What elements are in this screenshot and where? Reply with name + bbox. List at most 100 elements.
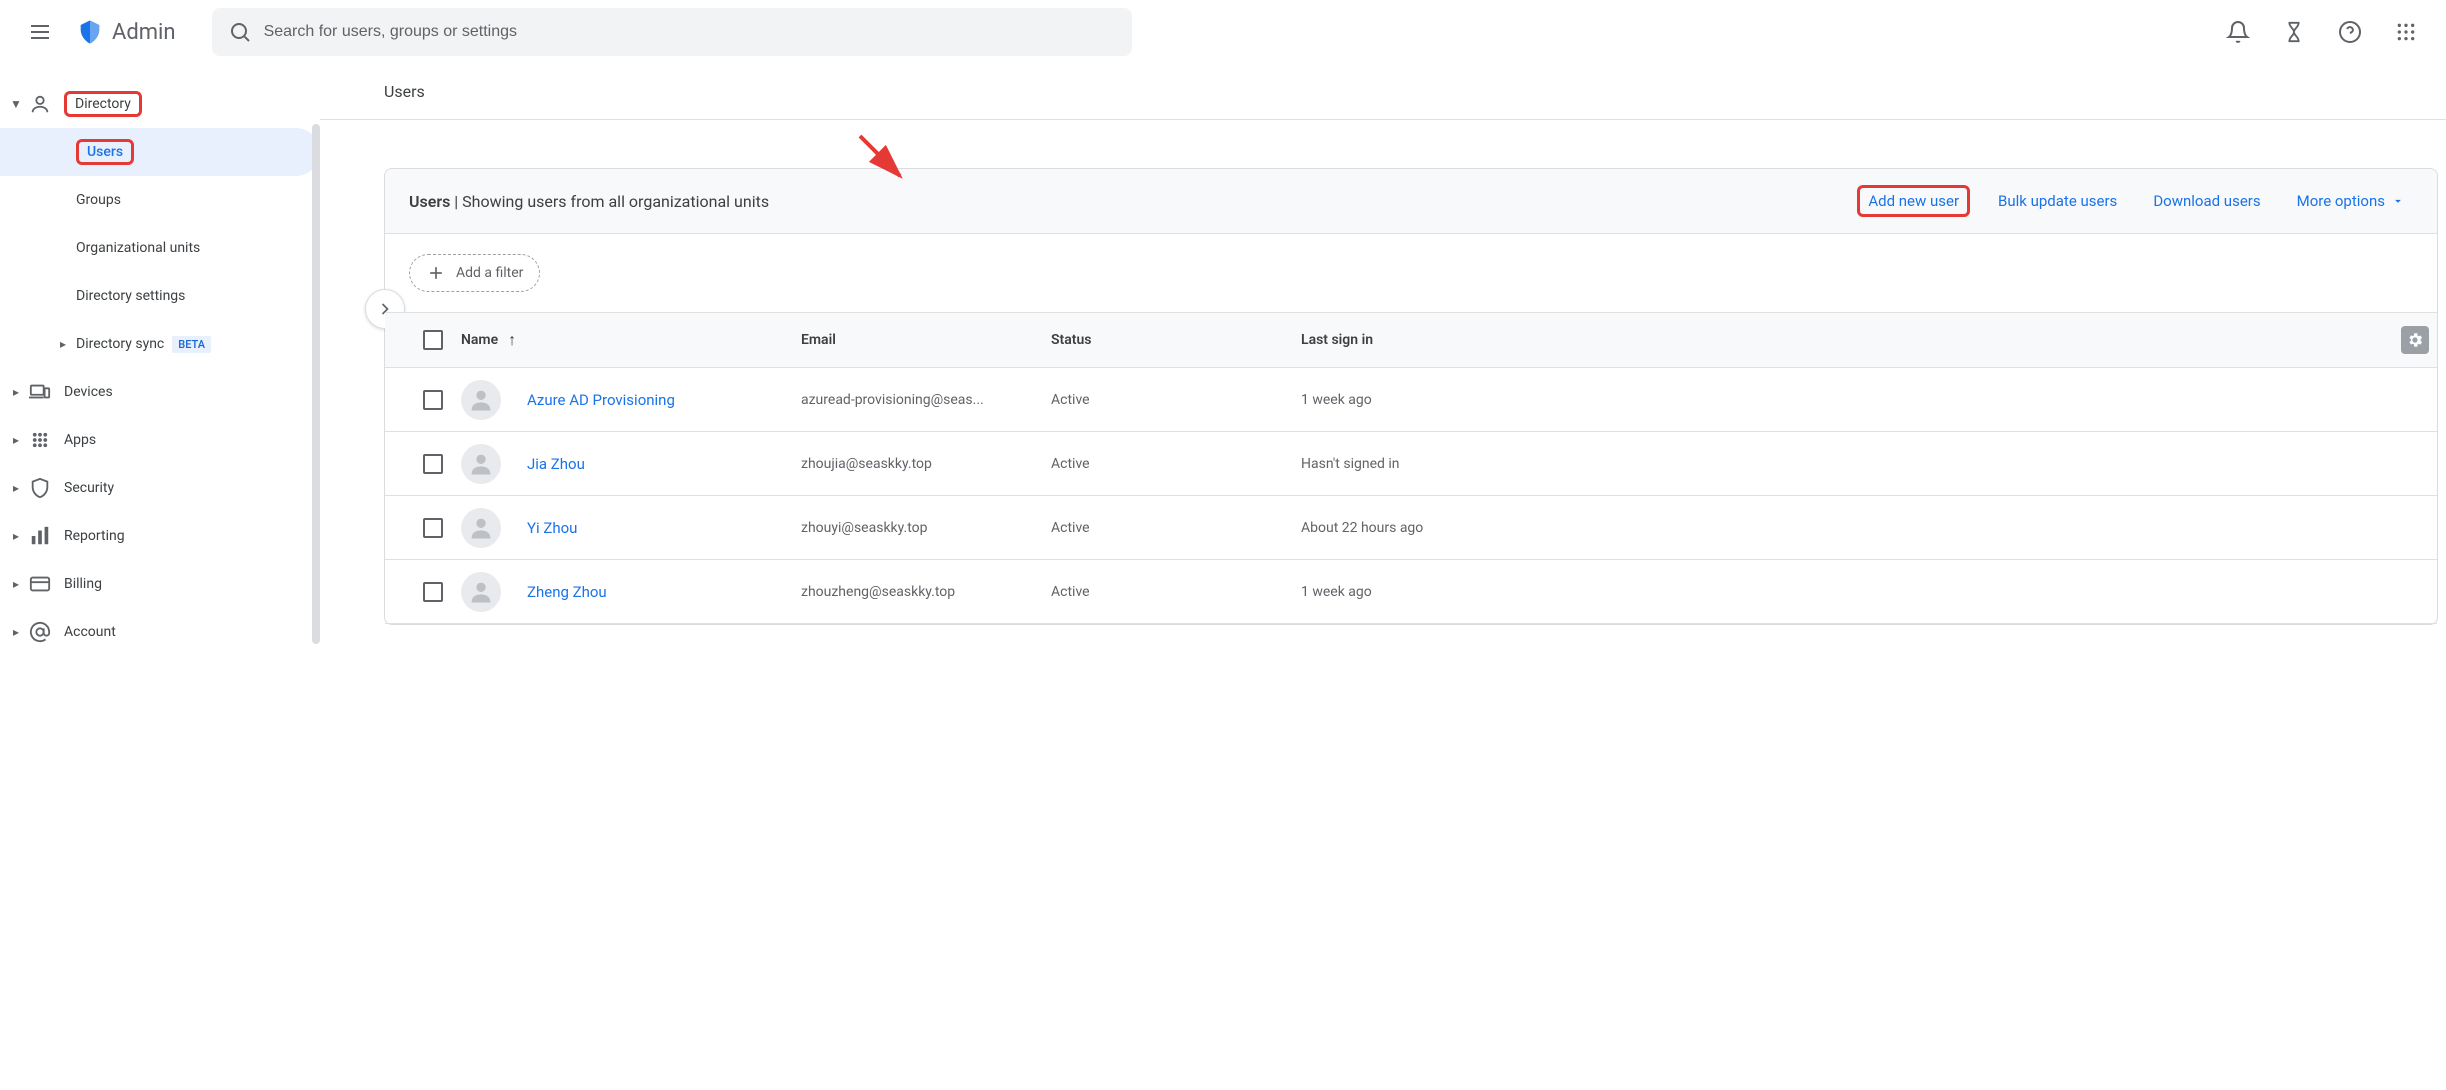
search-icon [228, 20, 252, 44]
table-row[interactable]: Zheng Zhouzhouzheng@seaskky.topActive1 w… [385, 560, 2437, 624]
user-name-link[interactable]: Azure AD Provisioning [527, 391, 675, 409]
column-header-email[interactable]: Email [801, 332, 1051, 348]
column-header-status[interactable]: Status [1051, 332, 1301, 348]
user-status: Active [1051, 456, 1301, 472]
sidebar-item-apps[interactable]: ▸ Apps [0, 416, 320, 464]
chevron-down-icon [2391, 194, 2405, 208]
admin-logo-icon [76, 18, 104, 46]
sidebar-item-label: Devices [64, 384, 113, 400]
search-bar[interactable] [212, 8, 1132, 56]
chevron-right-icon: ▸ [8, 433, 24, 447]
table-row[interactable]: Azure AD Provisioning azuread-provisionin… [385, 368, 2437, 432]
panel-title-bold: Users [409, 192, 450, 211]
person-icon [467, 514, 495, 542]
sidebar-item-label: Directory settings [76, 288, 185, 304]
hamburger-icon [28, 20, 52, 44]
user-name-link[interactable]: Jia Zhou [527, 455, 585, 473]
app-name: Admin [112, 20, 176, 45]
row-checkbox[interactable] [423, 518, 443, 538]
table-row[interactable]: Yi Zhou zhouyi@seaskky.topActiveAbout 22 … [385, 496, 2437, 560]
person-icon [28, 93, 52, 115]
chevron-right-icon: ▸ [52, 337, 76, 351]
sidebar-item-directory[interactable]: ▼ Directory [0, 80, 320, 128]
sidebar-item-directory-sync[interactable]: ▸ Directory sync BETA [0, 320, 320, 368]
sidebar-item-label: Directory sync [76, 336, 164, 352]
sidebar-item-users[interactable]: Users [0, 128, 320, 176]
column-label: Status [1051, 332, 1091, 348]
help-icon [2338, 20, 2362, 44]
sidebar-item-label: Billing [64, 576, 102, 592]
sidebar-item-organizational-units[interactable]: Organizational units [0, 224, 320, 272]
bulk-update-users-link[interactable]: Bulk update users [1990, 186, 2125, 216]
column-label: Name [461, 332, 498, 348]
user-last-sign-in: About 22 hours ago [1301, 520, 2429, 536]
avatar [461, 508, 501, 548]
panel-header: Users | Showing users from all organizat… [385, 169, 2437, 234]
chevron-down-icon: ▼ [8, 97, 24, 111]
user-last-sign-in: 1 week ago [1301, 392, 2429, 408]
chevron-right-icon: ▸ [8, 481, 24, 495]
avatar [461, 380, 501, 420]
apps-launcher-button[interactable] [2382, 8, 2430, 56]
table-settings-button[interactable] [2401, 326, 2429, 354]
table-row[interactable]: Jia Zhouzhoujia@seaskky.topActiveHasn't … [385, 432, 2437, 496]
avatar [461, 572, 501, 612]
user-email: zhouyi@seaskky.top [801, 520, 1051, 536]
apps-icon [28, 431, 52, 449]
user-email: azuread-provisioning@seas... [801, 392, 1051, 408]
person-icon [467, 386, 495, 414]
user-status: Active [1051, 392, 1301, 408]
sidebar-item-label: Reporting [64, 528, 125, 544]
breadcrumb: Users [320, 64, 2446, 120]
sidebar-item-devices[interactable]: ▸ Devices [0, 368, 320, 416]
user-name-link[interactable]: Zheng Zhou [527, 583, 607, 601]
select-all-checkbox[interactable] [423, 330, 443, 350]
sidebar-item-reporting[interactable]: ▸ Reporting [0, 512, 320, 560]
sidebar-item-account[interactable]: ▸ Account [0, 608, 320, 656]
row-checkbox[interactable] [423, 454, 443, 474]
beta-badge: BETA [172, 336, 211, 353]
tasks-button[interactable] [2270, 8, 2318, 56]
column-header-last-sign-in[interactable]: Last sign in [1301, 332, 2429, 348]
sort-ascending-icon: ↑ [508, 330, 516, 350]
user-name-link[interactable]: Yi Zhou [527, 519, 577, 537]
user-last-sign-in: Hasn't signed in [1301, 456, 2429, 472]
add-new-user-link[interactable]: Add new user [1857, 185, 1970, 217]
chevron-right-icon: ▸ [8, 385, 24, 399]
sidebar-item-directory-settings[interactable]: Directory settings [0, 272, 320, 320]
sidebar-item-security[interactable]: ▸ Security [0, 464, 320, 512]
add-filter-button[interactable]: Add a filter [409, 254, 540, 292]
at-sign-icon [28, 621, 52, 643]
filter-row: Add a filter [385, 234, 2437, 312]
sidebar-item-billing[interactable]: ▸ Billing [0, 560, 320, 608]
user-last-sign-in: 1 week ago [1301, 584, 2429, 600]
person-icon [467, 450, 495, 478]
sidebar-item-label: Apps [64, 432, 96, 448]
chevron-right-icon: ▸ [8, 577, 24, 591]
column-header-name[interactable]: Name ↑ [461, 330, 801, 350]
row-checkbox[interactable] [423, 390, 443, 410]
row-checkbox[interactable] [423, 582, 443, 602]
panel-title: Users | Showing users from all organizat… [409, 192, 769, 211]
sidebar-item-label: Directory [64, 91, 142, 117]
notifications-button[interactable] [2214, 8, 2262, 56]
menu-button[interactable] [16, 8, 64, 56]
breadcrumb-users: Users [384, 82, 425, 101]
sidebar-scrollbar[interactable] [312, 124, 320, 644]
panel-title-rest: | Showing users from all organizational … [450, 192, 769, 211]
sidebar-item-groups[interactable]: Groups [0, 176, 320, 224]
table-header: Name ↑ Email Status Last sign in [385, 312, 2437, 368]
download-users-link[interactable]: Download users [2145, 186, 2268, 216]
add-filter-label: Add a filter [456, 265, 523, 281]
app-header: Admin [0, 0, 2446, 64]
shield-icon [28, 477, 52, 499]
app-logo[interactable]: Admin [76, 18, 176, 46]
bar-chart-icon [28, 525, 52, 547]
sidebar-item-label: Users [76, 139, 134, 165]
search-input[interactable] [252, 23, 1116, 41]
more-options-button[interactable]: More options [2289, 186, 2413, 216]
sidebar-item-label: Groups [76, 192, 121, 208]
chevron-right-icon: ▸ [8, 529, 24, 543]
help-button[interactable] [2326, 8, 2374, 56]
user-status: Active [1051, 520, 1301, 536]
